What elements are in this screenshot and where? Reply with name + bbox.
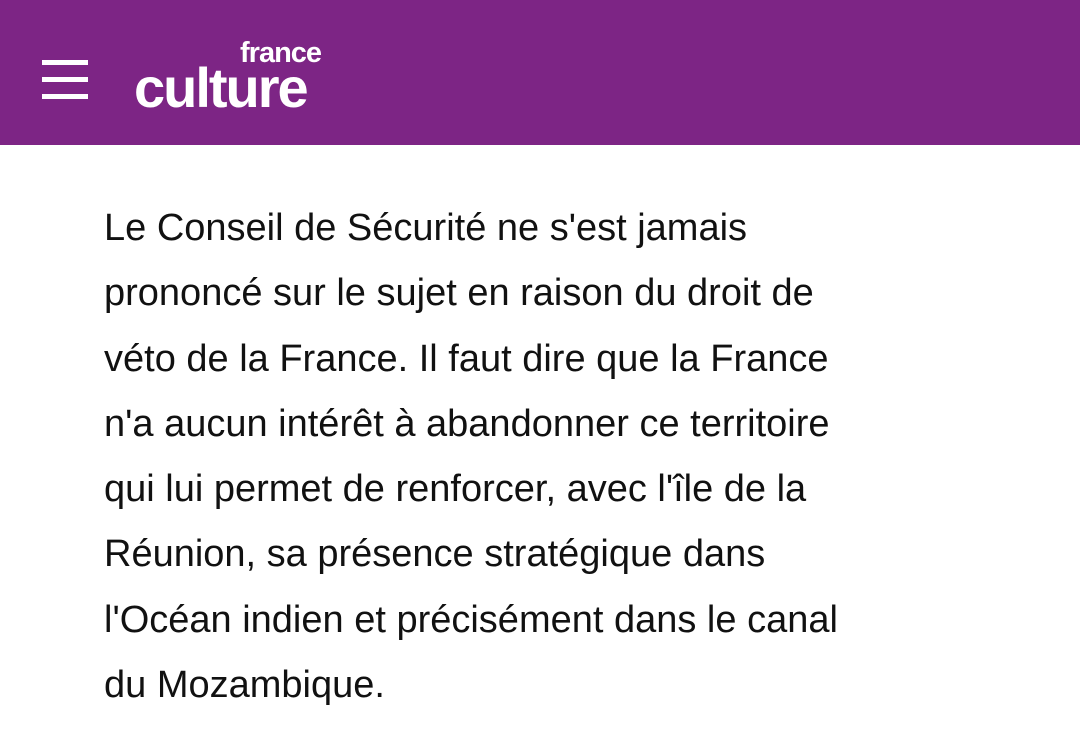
paragraph-line: n'a aucun intérêt à abandonner ce territ… xyxy=(104,402,830,445)
paragraph-line: qui lui permet de renforcer, avec l'île … xyxy=(104,468,807,511)
paragraph-line: prononcé sur le sujet en raison du droit… xyxy=(104,272,814,315)
paragraph-line: véto de la France. Il faut dire que la F… xyxy=(104,337,829,380)
site-header: france culture xyxy=(0,0,1080,145)
paragraph-line: du Mozambique. xyxy=(104,664,385,707)
paragraph-line: l'Océan indien et précisément dans le ca… xyxy=(104,598,838,641)
article-paragraph: Le Conseil de Sécurité ne s'est jamais p… xyxy=(104,196,838,718)
paragraph-line: Réunion, sa présence stratégique dans xyxy=(104,533,766,576)
paragraph-line: Le Conseil de Sécurité ne s'est jamais xyxy=(104,207,748,249)
logo-culture: culture xyxy=(134,56,309,119)
hamburger-menu-icon[interactable] xyxy=(42,60,88,100)
